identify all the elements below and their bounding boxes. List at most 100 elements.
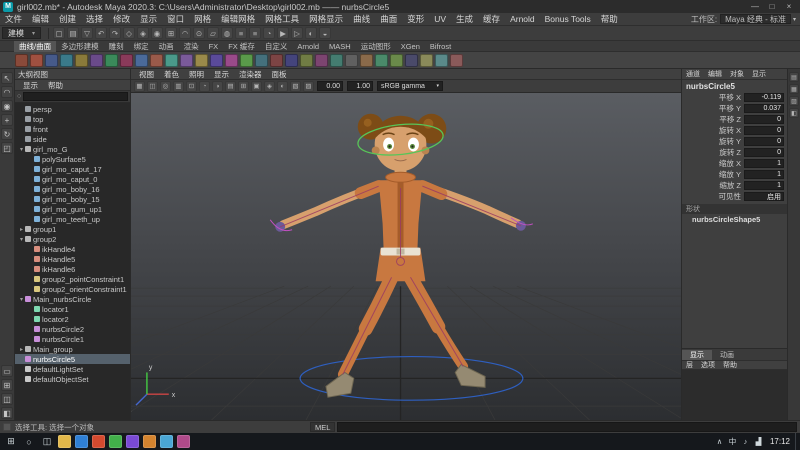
menu-item[interactable]: 显示 [135,13,162,25]
lasso-tool-icon[interactable]: ◠ [1,86,13,98]
minimize-button[interactable]: — [747,1,763,12]
channel-box-menu-item[interactable]: 对象 [726,69,748,79]
expand-arrow-icon[interactable]: ▸ [18,226,25,233]
modeling-toolkit-toggle-icon[interactable]: ◧ [789,108,799,118]
channel-value-field[interactable]: 0 [744,126,784,135]
output-connections-icon[interactable]: ≡ [249,27,261,39]
layer-editor-menu-item[interactable]: 选项 [697,360,719,370]
outliner-item[interactable]: girl_mo_boby_15 [15,194,130,204]
outliner-item[interactable]: ▾ girl_mo_G [15,144,130,154]
channel-attribute-row[interactable]: 旋转 X 0 [682,125,787,136]
shelf-tab[interactable]: 绑定 [129,41,154,52]
select-mode-object-icon[interactable]: ◈ [137,27,149,39]
outliner-item[interactable]: locator2 [15,314,130,324]
outliner-item[interactable]: defaultObjectSet [15,374,130,384]
shelf-tool-icon[interactable] [390,54,403,67]
film-gate-icon[interactable]: ▣ [251,81,262,92]
open-render-view-icon[interactable]: ▶ [277,27,289,39]
channel-value-field[interactable]: 1 [744,170,784,179]
channel-attribute-row[interactable]: 可见性 启用 [682,191,787,202]
taskbar-app-icon[interactable] [109,435,122,448]
channel-box-menu-item[interactable]: 编辑 [704,69,726,79]
layout-four-pane-button[interactable]: ⊞ [1,379,13,391]
ipr-render-icon[interactable]: ◐ [305,27,317,39]
close-button[interactable]: × [781,1,797,12]
shelf-tool-icon[interactable] [150,54,163,67]
input-connections-icon[interactable]: ≡ [235,27,247,39]
tray-expand-icon[interactable]: ∧ [713,433,726,450]
camera-attributes-icon[interactable]: ◎ [160,81,171,92]
snap-grid-icon[interactable]: ⊞ [165,27,177,39]
menu-item[interactable]: 窗口 [162,13,189,25]
outliner-item[interactable]: girl_mo_gum_up1 [15,204,130,214]
outliner-item[interactable]: group2_pointConstraint1 [15,274,130,284]
shelf-tool-icon[interactable] [210,54,223,67]
layer-editor-menu-item[interactable]: 层 [682,360,697,370]
taskbar-app-icon[interactable] [143,435,156,448]
shelf-tab[interactable]: Bifrost [425,41,456,52]
outliner-menu-item[interactable]: 帮助 [43,80,68,91]
layout-single-pane-button[interactable]: ▭ [1,365,13,377]
menu-item[interactable]: 编辑 [27,13,54,25]
colorspace-dropdown[interactable]: sRGB gamma▾ [377,81,443,91]
channel-attribute-row[interactable]: 旋转 Y 0 [682,136,787,147]
channel-value-field[interactable]: 0 [744,115,784,124]
make-live-icon[interactable]: ◍ [221,27,233,39]
shelf-tool-icon[interactable] [300,54,313,67]
menu-item[interactable]: 创建 [54,13,81,25]
outliner-item[interactable]: side [15,134,130,144]
ime-indicator[interactable]: 中 [726,433,739,450]
menu-item[interactable]: 帮助 [596,13,623,25]
grease-pencil-icon[interactable]: ▤ [225,81,236,92]
viewport-canvas[interactable]: x y z [131,93,681,420]
menu-item[interactable]: Arnold [505,14,540,24]
viewport-menu-item[interactable]: 显示 [209,69,234,80]
outliner-item[interactable]: nurbsCircle1 [15,334,130,344]
channel-value-field[interactable]: 0 [744,148,784,157]
shelf-tab[interactable]: FX 缓存 [223,41,260,52]
task-view-button[interactable]: ◫ [38,433,56,450]
shelf-tool-icon[interactable] [75,54,88,67]
menu-item[interactable]: 修改 [108,13,135,25]
outliner-item[interactable]: ▾ Main_nurbsCircle [15,294,130,304]
layout-two-pane-button[interactable]: ◫ [1,393,13,405]
taskbar-app-icon[interactable] [126,435,139,448]
outliner-menu-item[interactable]: 显示 [18,80,43,91]
select-tool-icon[interactable]: ↖ [1,72,13,84]
viewport-menu-item[interactable]: 着色 [159,69,184,80]
layer-editor-tab[interactable]: 动画 [712,350,742,360]
outliner-item[interactable]: ▾ group2 [15,234,130,244]
shelf-tool-icon[interactable] [375,54,388,67]
menu-item[interactable]: 生成 [451,13,478,25]
channel-attribute-row[interactable]: 平移 Z 0 [682,114,787,125]
layer-list[interactable] [682,370,787,420]
shelf-tab[interactable]: 渲染 [179,41,204,52]
channel-value-field[interactable]: 1 [744,159,784,168]
select-mode-hierarchy-icon[interactable]: ◇ [123,27,135,39]
mel-command-input[interactable] [337,422,797,432]
select-mode-component-icon[interactable]: ◉ [151,27,163,39]
outliner-item[interactable]: persp [15,104,130,114]
outliner-item[interactable]: girl_mo_caput_17 [15,164,130,174]
outliner-item[interactable]: ikHandle4 [15,244,130,254]
expand-arrow-icon[interactable]: ▸ [18,346,25,353]
snap-point-icon[interactable]: ⊙ [193,27,205,39]
taskbar-browser-icon[interactable] [75,435,88,448]
maximize-button[interactable]: □ [764,1,780,12]
redo-icon[interactable]: ↷ [109,27,121,39]
outliner-item[interactable]: top [15,114,130,124]
channel-box-toggle-icon[interactable]: ▨ [789,96,799,106]
channel-value-field[interactable]: 启用 [744,192,784,201]
menu-set-dropdown[interactable]: 建模▾ [2,27,41,39]
channel-box-menu-item[interactable]: 通道 [682,69,704,79]
start-button[interactable]: ⊞ [2,433,20,450]
shelf-tool-icon[interactable] [240,54,253,67]
shelf-tool-icon[interactable] [435,54,448,67]
scale-tool-icon[interactable]: ◰ [1,142,13,154]
oversampling-icon[interactable]: ◑ [212,81,223,92]
workspace-value[interactable]: Maya 经典 - 标准 [720,14,791,24]
outliner-item[interactable]: locator1 [15,304,130,314]
channel-box-object-name[interactable]: nurbsCircle5 [682,80,787,92]
outliner-item[interactable]: nurbsCircle5 [15,354,130,364]
shelf-tool-icon[interactable] [45,54,58,67]
